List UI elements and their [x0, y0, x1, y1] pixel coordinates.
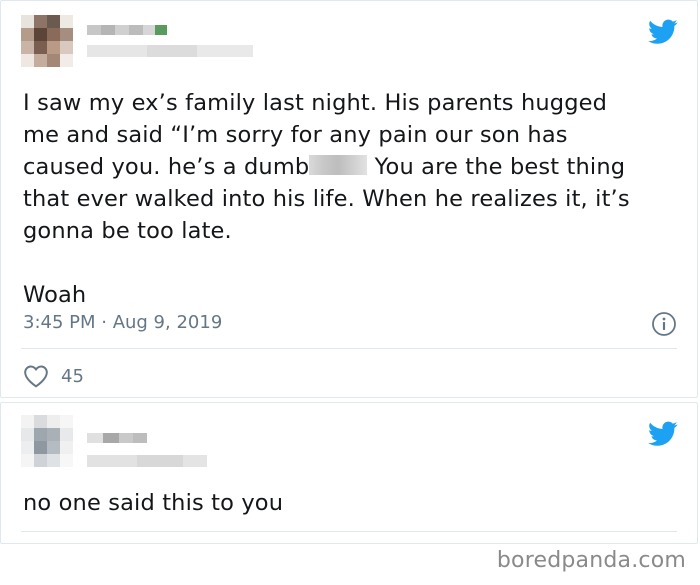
info-icon[interactable]: [651, 311, 677, 337]
avatar[interactable]: [21, 15, 73, 67]
avatar[interactable]: [21, 415, 73, 467]
tweet-card-reply: no one said this to you: [0, 402, 698, 544]
twitter-bird-icon[interactable]: [648, 19, 678, 45]
tweet-text: I saw my ex’s family last night. His par…: [23, 87, 673, 311]
tweet-card: I saw my ex’s family last night. His par…: [0, 0, 698, 398]
censored-word: [309, 154, 368, 175]
twitter-bird-icon[interactable]: [648, 421, 678, 447]
like-action[interactable]: 45: [23, 363, 84, 389]
tweet-text: no one said this to you: [23, 490, 284, 516]
heart-icon[interactable]: [23, 364, 49, 388]
tweet-timestamp[interactable]: 3:45 PM · Aug 9, 2019: [23, 312, 222, 333]
divider: [21, 348, 677, 349]
divider: [21, 531, 677, 532]
watermark: boredpanda.com: [496, 548, 686, 573]
like-count: 45: [61, 365, 84, 387]
